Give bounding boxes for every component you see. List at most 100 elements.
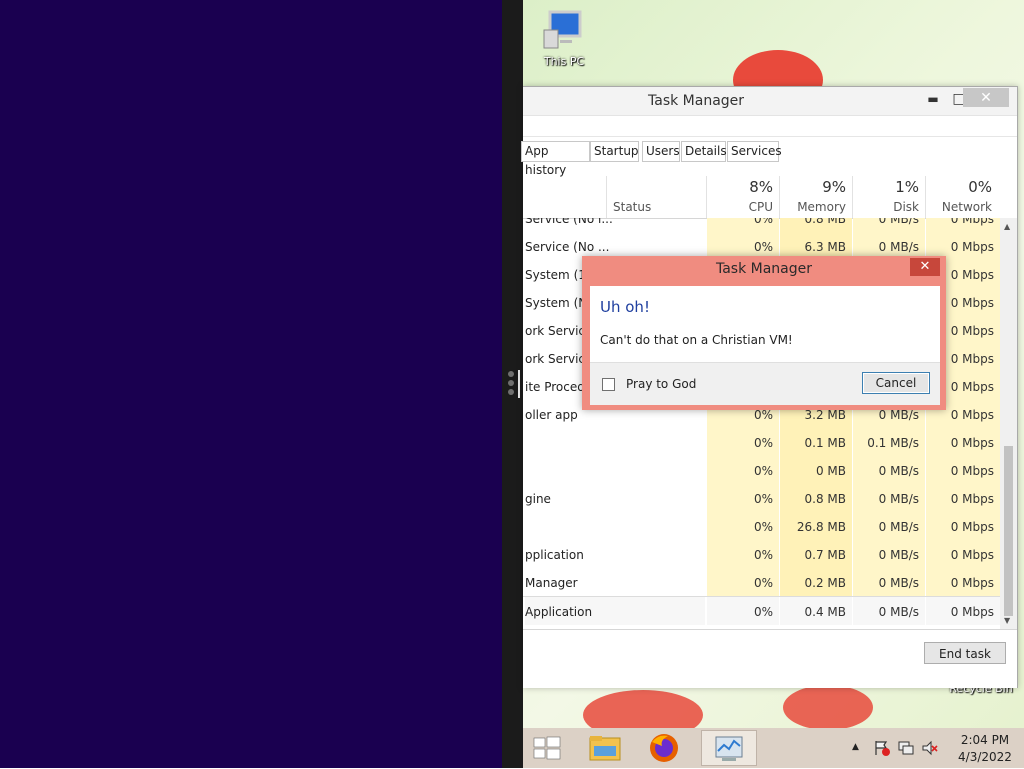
dialog-title: Task Manager bbox=[715, 261, 813, 277]
file-explorer-icon bbox=[589, 736, 621, 761]
process-name: pplication bbox=[525, 548, 584, 562]
pray-to-god-checkbox[interactable] bbox=[602, 378, 615, 391]
tray-chevron-icon[interactable]: ▲ bbox=[852, 742, 859, 752]
cancel-button[interactable]: Cancel bbox=[862, 372, 930, 394]
memory-value: 0 MB bbox=[780, 456, 852, 484]
cpu-value: 0% bbox=[707, 512, 779, 540]
process-row[interactable]: 0% 26.8 MB 0 MB/s 0 Mbps bbox=[523, 512, 1000, 540]
task-manager-icon bbox=[715, 736, 743, 761]
disk-total: 1% bbox=[895, 178, 919, 196]
disk-value: 0 MB/s bbox=[853, 218, 925, 232]
network-icon[interactable] bbox=[897, 739, 915, 757]
memory-value: 0.2 MB bbox=[780, 568, 852, 596]
memory-total: 9% bbox=[822, 178, 846, 196]
splitter-grip-line[interactable] bbox=[518, 370, 520, 398]
column-disk[interactable]: Disk bbox=[853, 200, 919, 214]
dialog-message: Can't do that on a Christian VM! bbox=[600, 333, 793, 347]
process-row[interactable]: gine 0% 0.8 MB 0 MB/s 0 Mbps bbox=[523, 484, 1000, 512]
network-value: 0 Mbps bbox=[926, 456, 1000, 484]
minimize-button[interactable]: ▬ bbox=[923, 89, 943, 109]
network-value: 0 Mbps bbox=[926, 597, 1000, 625]
process-row[interactable]: Manager 0% 0.2 MB 0 MB/s 0 Mbps bbox=[523, 568, 1000, 596]
tab-users[interactable]: Users bbox=[642, 141, 680, 162]
tab-details[interactable]: Details bbox=[681, 141, 727, 162]
process-name bbox=[525, 456, 705, 484]
dialog-heading: Uh oh! bbox=[600, 298, 650, 316]
process-row[interactable]: Service (No l... 0% 0.8 MB 0 MB/s 0 Mbps bbox=[523, 218, 1000, 232]
clock-time[interactable]: 2:04 PM bbox=[953, 733, 1017, 747]
pray-to-god-label[interactable]: Pray to God bbox=[626, 377, 696, 391]
cpu-value: 0% bbox=[707, 597, 779, 625]
network-value: 0 Mbps bbox=[926, 218, 1000, 232]
disk-value: 0 MB/s bbox=[853, 568, 925, 596]
column-memory[interactable]: Memory bbox=[780, 200, 846, 214]
firefox-icon bbox=[650, 734, 678, 762]
window-title: Task Manager bbox=[648, 93, 745, 109]
network-value: 0 Mbps bbox=[926, 568, 1000, 596]
column-status[interactable]: Status bbox=[613, 200, 651, 214]
error-dialog: Task Manager ✕ Uh oh! Can't do that on a… bbox=[582, 256, 946, 410]
dialog-body: Uh oh! Can't do that on a Christian VM! … bbox=[590, 286, 940, 405]
disk-value: 0 MB/s bbox=[853, 597, 925, 625]
tab-services[interactable]: Services bbox=[727, 141, 782, 162]
firefox-button[interactable] bbox=[638, 730, 690, 766]
splitter-grip-dot bbox=[508, 371, 514, 377]
vertical-scrollbar[interactable]: ▲ ▼ bbox=[1000, 218, 1017, 629]
file-explorer-button[interactable] bbox=[579, 730, 631, 766]
cpu-total: 8% bbox=[749, 178, 773, 196]
wallpaper-petal bbox=[583, 690, 703, 728]
network-total: 0% bbox=[968, 178, 992, 196]
process-row[interactable]: pplication 0% 0.7 MB 0 MB/s 0 Mbps bbox=[523, 540, 1000, 568]
desktop-icon-this-pc[interactable]: This PC bbox=[524, 8, 604, 68]
memory-value: 0.8 MB bbox=[780, 218, 852, 232]
process-name bbox=[525, 428, 705, 456]
volume-muted-icon[interactable] bbox=[921, 739, 939, 757]
taskbar: ▲ 2:04 PM 4/3/2022 bbox=[523, 728, 1024, 768]
close-button[interactable]: ✕ bbox=[963, 88, 1009, 107]
process-row[interactable]: 0% 0 MB 0 MB/s 0 Mbps bbox=[523, 456, 1000, 484]
start-icon bbox=[533, 736, 561, 760]
title-bar[interactable]: Task Manager ▬ □ ✕ bbox=[523, 87, 1017, 116]
scroll-up-icon[interactable]: ▲ bbox=[1004, 222, 1010, 231]
splitter-grip-dot bbox=[508, 389, 514, 395]
start-button[interactable] bbox=[523, 730, 575, 766]
scrollbar-thumb[interactable] bbox=[1004, 446, 1013, 616]
scroll-down-icon[interactable]: ▼ bbox=[1004, 616, 1010, 625]
dialog-close-button[interactable]: ✕ bbox=[910, 258, 940, 276]
column-divider bbox=[606, 176, 607, 218]
this-pc-label: This PC bbox=[543, 55, 585, 68]
tab-startup[interactable]: Startup bbox=[590, 141, 639, 162]
process-row[interactable]: 0% 0.1 MB 0.1 MB/s 0 Mbps bbox=[523, 428, 1000, 456]
footer-bar: End task bbox=[523, 629, 1017, 688]
disk-value: 0 MB/s bbox=[853, 540, 925, 568]
disk-value: 0.1 MB/s bbox=[853, 428, 925, 456]
memory-value: 0.8 MB bbox=[780, 484, 852, 512]
cpu-value: 0% bbox=[707, 484, 779, 512]
memory-value: 0.1 MB bbox=[780, 428, 852, 456]
this-pc-icon bbox=[543, 10, 582, 49]
memory-value: 26.8 MB bbox=[780, 512, 852, 540]
action-center-flag-icon[interactable] bbox=[873, 739, 891, 757]
wallpaper-petal bbox=[783, 685, 873, 728]
column-cpu[interactable]: CPU bbox=[707, 200, 773, 214]
clock-date[interactable]: 4/3/2022 bbox=[953, 750, 1017, 764]
column-network[interactable]: Network bbox=[926, 200, 992, 214]
task-manager-taskbar-button[interactable] bbox=[701, 730, 757, 766]
tab-app-history[interactable]: App history bbox=[521, 141, 590, 177]
cpu-value: 0% bbox=[707, 218, 779, 232]
process-name: Application bbox=[525, 597, 705, 625]
network-value: 0 Mbps bbox=[926, 484, 1000, 512]
cpu-value: 0% bbox=[707, 456, 779, 484]
process-name bbox=[525, 512, 705, 540]
network-value: 0 Mbps bbox=[926, 540, 1000, 568]
memory-value: 0.7 MB bbox=[780, 540, 852, 568]
process-row[interactable]: Application 0% 0.4 MB 0 MB/s 0 Mbps bbox=[523, 596, 1000, 625]
end-task-button[interactable]: End task bbox=[924, 642, 1006, 664]
memory-value: 0.4 MB bbox=[780, 597, 852, 625]
dialog-button-area: Pray to God Cancel bbox=[590, 362, 940, 405]
splitter-grip-dot bbox=[508, 380, 514, 386]
disk-value: 0 MB/s bbox=[853, 456, 925, 484]
cpu-value: 0% bbox=[707, 428, 779, 456]
process-name: gine bbox=[525, 492, 551, 506]
disk-value: 0 MB/s bbox=[853, 512, 925, 540]
